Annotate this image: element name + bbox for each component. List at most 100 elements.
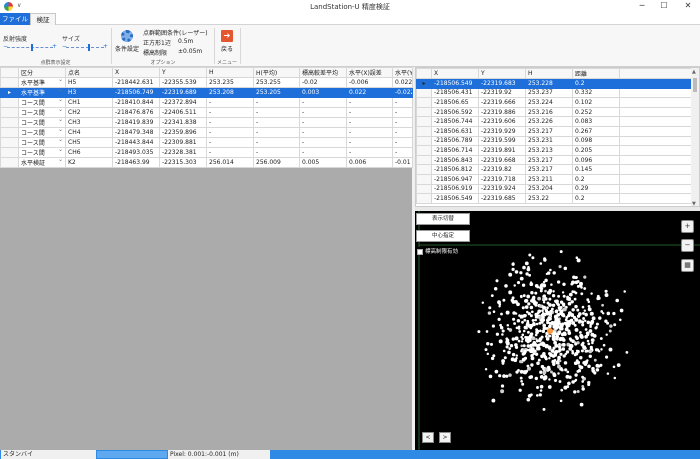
table-cell[interactable]: -218479.348	[112, 127, 160, 138]
column-header[interactable]: 水平(Y	[392, 67, 413, 78]
back-button[interactable]: ➔ 戻る	[216, 30, 238, 53]
table-cell[interactable]: 0.006	[346, 157, 393, 168]
table-row[interactable]: ▸ 水平基準H3-218506.749-22319.689253.208253.2…	[0, 87, 413, 98]
row-header[interactable]	[0, 157, 19, 168]
table-row[interactable]: -218506.549 -22319.685 253.22 0.2	[416, 193, 694, 204]
table-cell[interactable]: -	[346, 137, 393, 148]
table-cell[interactable]: -	[253, 127, 300, 138]
table-cell[interactable]: -	[392, 147, 413, 158]
table-cell[interactable]: 253.216	[525, 106, 573, 118]
table-cell[interactable]: -218506.789	[431, 135, 479, 147]
scrollbar-thumb[interactable]	[693, 78, 697, 92]
category-combo-cell[interactable]: 水平基準	[18, 87, 66, 98]
table-row[interactable]: -218506.843 -22319.668 253.217 0.096	[416, 154, 694, 166]
fit-view-button[interactable]: ▦	[681, 259, 694, 272]
row-header[interactable]	[416, 183, 432, 195]
table-cell[interactable]: -22406.511	[159, 107, 207, 118]
table-cell[interactable]: 253.205	[253, 87, 300, 98]
table-cell[interactable]: 253.213	[525, 145, 573, 156]
table-cell[interactable]: -218506.65	[431, 97, 479, 108]
table-cell[interactable]: -218506.549	[431, 193, 479, 204]
table-cell[interactable]: -218506.947	[431, 173, 479, 185]
table-cell[interactable]: -22355.539	[159, 77, 207, 88]
column-header[interactable]: Y	[159, 67, 207, 78]
column-header[interactable]: H	[525, 68, 573, 79]
table-cell[interactable]: -22319.886	[478, 106, 526, 118]
slider-plus-icon[interactable]: +	[103, 43, 108, 50]
table-cell[interactable]: -0.01	[392, 157, 413, 168]
table-cell[interactable]: -	[206, 107, 254, 118]
row-header[interactable]	[0, 107, 19, 118]
row-header[interactable]	[416, 173, 432, 185]
table-cell[interactable]: -	[392, 127, 413, 138]
table-cell[interactable]: -	[299, 137, 347, 148]
slider-thumb[interactable]	[31, 44, 34, 51]
category-combo-cell[interactable]: コース間	[18, 107, 66, 118]
table-cell[interactable]: 253.217	[525, 164, 573, 175]
table-cell[interactable]: -22319.606	[478, 116, 526, 127]
table-cell[interactable]: CH2	[65, 107, 113, 118]
table-cell[interactable]: 0.145	[572, 164, 620, 175]
table-cell[interactable]: -22359.896	[159, 127, 207, 138]
table-cell[interactable]: -22319.891	[478, 145, 526, 156]
table-cell[interactable]: 0.022	[392, 77, 413, 88]
row-header[interactable]	[416, 97, 432, 108]
row-header[interactable]	[416, 125, 432, 137]
table-cell[interactable]: -218506.843	[431, 154, 479, 166]
table-cell[interactable]: -218506.749	[112, 87, 160, 98]
table-cell[interactable]: 253.22	[525, 193, 573, 204]
table-cell[interactable]: 0.083	[572, 116, 620, 127]
table-row[interactable]: コース間CH6-218493.035-22328.381-----	[0, 147, 413, 158]
row-header[interactable]	[416, 154, 432, 166]
column-header[interactable]: H	[206, 67, 254, 78]
row-header[interactable]	[416, 145, 432, 156]
scroll-up-icon[interactable]: ▲	[692, 69, 696, 75]
row-header[interactable]	[416, 116, 432, 127]
table-cell[interactable]: CH5	[65, 137, 113, 148]
vertical-scrollbar[interactable]: ▲ ▼	[691, 68, 699, 206]
table-cell[interactable]: 0.2	[572, 173, 620, 185]
table-row[interactable]: コース間CH3-218419.839-22341.838-----	[0, 117, 413, 128]
table-cell[interactable]: -218506.631	[431, 125, 479, 137]
zoom-out-button[interactable]: −	[681, 239, 694, 252]
table-cell[interactable]: -218493.035	[112, 147, 160, 158]
table-row[interactable]: ▸ -218506.549 -22319.683 253.228 0.2	[416, 78, 694, 89]
table-cell[interactable]: -	[253, 137, 300, 148]
category-combo-cell[interactable]: コース間	[18, 97, 66, 108]
table-cell[interactable]: 253.217	[525, 154, 573, 166]
table-cell[interactable]: -	[206, 127, 254, 138]
table-cell[interactable]: -	[253, 147, 300, 158]
row-header[interactable]: ▸	[416, 78, 432, 89]
column-header[interactable]: X	[112, 67, 160, 78]
table-row[interactable]: コース間CH5-218443.844-22309.881-----	[0, 137, 413, 148]
table-cell[interactable]: 253.224	[525, 97, 573, 108]
table-cell[interactable]: -22319.92	[478, 87, 526, 99]
table-cell[interactable]: 0.096	[572, 154, 620, 166]
table-cell[interactable]: -	[346, 147, 393, 158]
table-cell[interactable]: -	[299, 127, 347, 138]
table-cell[interactable]: -	[206, 147, 254, 158]
row-header[interactable]	[0, 127, 19, 138]
table-cell[interactable]: 0.003	[299, 87, 347, 98]
table-cell[interactable]: 256.009	[253, 157, 300, 168]
table-cell[interactable]: -22315.303	[159, 157, 207, 168]
table-cell[interactable]: -	[253, 97, 300, 108]
elev-limit-checkbox-row[interactable]: 標高制限有効	[417, 247, 459, 255]
row-header[interactable]	[416, 164, 432, 175]
table-cell[interactable]: 253.217	[525, 125, 573, 137]
maximize-button[interactable]: ☐	[656, 1, 672, 10]
table-cell[interactable]: -	[346, 117, 393, 128]
table-cell[interactable]: -	[206, 117, 254, 128]
table-row[interactable]: 水平検証K2-218463.99-22315.303256.014256.009…	[0, 157, 413, 168]
column-header[interactable]: H(平均)	[253, 67, 300, 78]
table-cell[interactable]: H3	[65, 87, 113, 98]
table-cell[interactable]: 0.005	[299, 157, 347, 168]
reflect-slider[interactable]: − +	[3, 43, 57, 51]
table-cell[interactable]: 0.2	[572, 78, 620, 89]
table-row[interactable]: -218506.631 -22319.929 253.217 0.267	[416, 125, 694, 137]
table-cell[interactable]: -	[206, 137, 254, 148]
size-slider[interactable]: − +	[62, 43, 108, 51]
table-cell[interactable]: -218506.744	[431, 116, 479, 127]
table-cell[interactable]: -218506.431	[431, 87, 479, 99]
table-cell[interactable]: 253.226	[525, 116, 573, 127]
